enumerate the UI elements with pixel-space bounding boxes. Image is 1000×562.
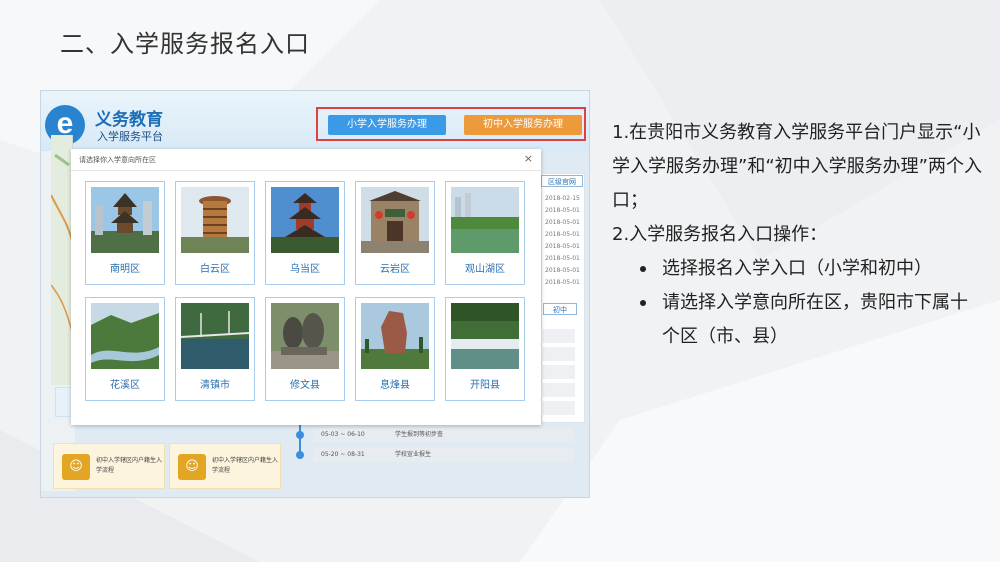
district-name: 乌当区 [290,264,320,275]
modal-header: 请选择你入学意向所在区 × [71,149,541,171]
map-thumbnail [50,135,74,385]
district-name: 云岩区 [380,264,410,275]
gate-photo [361,187,429,253]
timeline-text: 学校宣业报生 [395,451,432,458]
timeline-row: 05-03 ~ 06-10 学生报到等初步查 [313,428,573,442]
district-tile-nanming[interactable]: 南明区 [85,181,165,285]
date-item: 2018-05-01 [545,267,580,274]
date-item: 2018-05-01 [545,279,580,286]
district-tile-guanshanhu[interactable]: 观山湖区 [445,181,525,285]
timeline-date: 05-20 ~ 08-31 [321,451,365,458]
bullet-item: 请选择入学意向所在区，贵阳市下属十个区（市、县） [612,286,982,354]
district-tile-wudang[interactable]: 乌当区 [265,181,345,285]
district-name: 清镇市 [200,380,230,391]
middle-school-tab[interactable]: 初中 [543,303,577,315]
district-tile-yunyan[interactable]: 云岩区 [355,181,435,285]
close-icon[interactable]: × [524,152,533,165]
date-item: 2018-05-01 [545,207,580,214]
modal-title: 请选择你入学意向所在区 [79,156,156,164]
bullet-dot [640,266,646,272]
bullet-text: 选择报名入学入口（小学和初中） [662,258,932,279]
process-card-text: 初中入学辖区内户籍生入学流程 [212,457,279,474]
bullet-item: 选择报名入学入口（小学和初中） [612,252,982,286]
pagoda-photo [91,187,159,253]
rock-photo [361,303,429,369]
logo-subtitle: 入学服务平台 [97,130,163,143]
date-item: 2018-05-01 [545,231,580,238]
district-name: 开阳县 [470,380,500,391]
middle-school-entry-button[interactable]: 初中入学服务办理 [464,115,582,135]
timeline-row: 05-20 ~ 08-31 学校宣业报生 [313,448,573,462]
date-list: 2018-02-15 2018-05-01 2018-05-01 2018-05… [545,193,580,289]
district-select-modal: 请选择你入学意向所在区 × 南明区 白云区 乌当区 云岩区 观山湖区 花溪区 清… [71,149,541,425]
district-tile-baiyun[interactable]: 白云区 [175,181,255,285]
district-name: 白云区 [200,264,230,275]
portal-screenshot: e 义务教育 入学服务平台 小学入学服务办理 初中入学服务办理 地图 区级官网 … [40,90,590,498]
timeline-text: 学生报到等初步查 [395,431,444,438]
date-item: 2018-05-01 [545,255,580,262]
date-item: 2018-05-01 [545,243,580,250]
logo-title: 义务教育 [95,110,163,130]
note-line-2: 2.入学服务报名入口操作： [612,224,828,245]
district-name: 观山湖区 [465,264,505,275]
process-card[interactable]: ☺ 初中入学辖区内户籍生入学流程 [169,443,281,489]
process-card[interactable]: ☺ 初中入学辖区内户籍生入学流程 [53,443,165,489]
list-row [541,329,575,343]
student-icon: ☺ [178,454,206,480]
district-tile-xiuwen[interactable]: 修文县 [265,297,345,401]
list-row [541,365,575,379]
district-name: 南明区 [110,264,140,275]
district-tile-qingzhen[interactable]: 清镇市 [175,297,255,401]
process-card-text: 初中入学辖区内户籍生入学流程 [96,457,163,474]
district-tile-xifeng[interactable]: 息烽县 [355,297,435,401]
tower-photo [181,187,249,253]
entry-highlight-box: 小学入学服务办理 初中入学服务办理 [316,107,586,141]
bullet-dot [640,300,646,306]
timeline-dot [296,431,304,439]
date-item: 2018-02-15 [545,195,580,202]
river-photo [91,303,159,369]
lake-photo [451,187,519,253]
bridge-photo [181,303,249,369]
bullet-text: 请选择入学意向所在区，贵阳市下属十个区（市、县） [662,292,968,347]
waterfall-photo [451,303,519,369]
statue-photo [271,303,339,369]
student-icon: ☺ [62,454,90,480]
list-row [541,383,575,397]
note-line-1: 1.在贵阳市义务教育入学服务平台门户显示“小学入学服务办理”和“初中入学服务办理… [612,122,982,211]
primary-school-entry-button[interactable]: 小学入学服务办理 [328,115,446,135]
notes-panel: 1.在贵阳市义务教育入学服务平台门户显示“小学入学服务办理”和“初中入学服务办理… [612,116,982,354]
district-tile-huaxi[interactable]: 花溪区 [85,297,165,401]
timeline-date: 05-03 ~ 06-10 [321,431,365,438]
district-name: 修文县 [290,380,320,391]
district-tile-kaiyang[interactable]: 开阳县 [445,297,525,401]
note-bullets: 选择报名入学入口（小学和初中） 请选择入学意向所在区，贵阳市下属十个区（市、县） [612,252,982,354]
list-row [541,401,575,415]
district-website-link[interactable]: 区级官网 [541,175,583,187]
slide-title: 二、入学服务报名入口 [60,30,310,58]
portal-header: e 义务教育 入学服务平台 小学入学服务办理 初中入学服务办理 [41,91,589,151]
list-row [541,347,575,361]
district-name: 花溪区 [110,380,140,391]
pavilion-photo [271,187,339,253]
date-item: 2018-05-01 [545,219,580,226]
district-name: 息烽县 [380,380,410,391]
timeline-dot [296,451,304,459]
